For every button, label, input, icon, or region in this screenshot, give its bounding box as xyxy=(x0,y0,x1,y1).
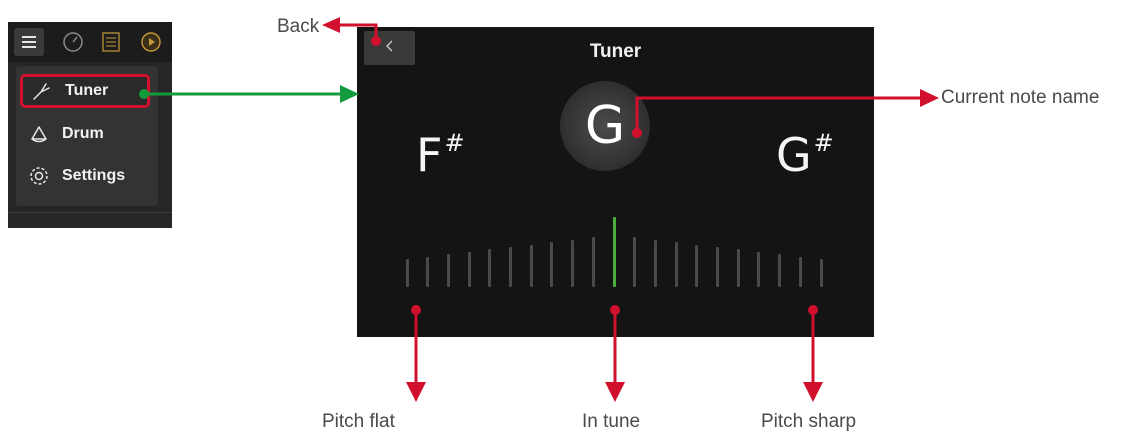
arrow-dot xyxy=(139,89,149,99)
annotation-arrows xyxy=(139,17,939,402)
